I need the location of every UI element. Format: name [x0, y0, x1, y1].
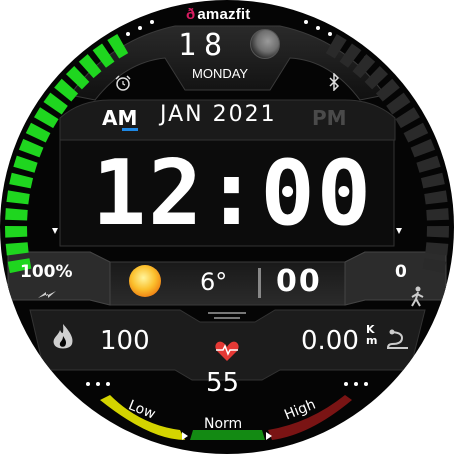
weather-temperature: 6° [200, 268, 228, 296]
am-underline [122, 128, 138, 131]
distance-value: 0.00 [301, 326, 359, 356]
flame-icon [53, 324, 73, 349]
weekday-label: MONDAY [192, 66, 249, 81]
day-number: 18 [178, 28, 231, 63]
step-bar-segment [426, 226, 449, 238]
distance-icon [386, 329, 408, 349]
moon-icon [250, 29, 280, 59]
time-display: 12:00 [92, 141, 373, 246]
step-bar-segment [386, 92, 411, 115]
step-bar-segment [403, 122, 429, 143]
step-bar-segment [426, 208, 449, 221]
step-bar-segment [339, 43, 362, 68]
brand-logo: ð amazfit [186, 6, 251, 23]
step-bar-segment [416, 155, 441, 173]
lightning-icon [38, 291, 56, 298]
step-bar-segment [420, 172, 445, 189]
step-bar-segment [410, 138, 436, 158]
walk-icon [411, 286, 424, 307]
bluetooth-icon [329, 73, 340, 91]
heart-rate-value: 55 [206, 368, 240, 398]
watch-face: ð amazfit 18 MONDAY AM JAN 2021 PM 12:00 … [0, 0, 454, 454]
heart-icon [215, 341, 239, 361]
step-bar-segment [425, 242, 449, 256]
zone-norm-label: Norm [204, 416, 243, 432]
distance-unit: K m [366, 323, 378, 347]
steps-value: 0 [395, 262, 407, 282]
alarm-icon [115, 75, 131, 91]
step-bar-segment [325, 34, 347, 59]
battery-percent: 100% [20, 262, 73, 282]
pm-indicator: PM [312, 106, 347, 130]
step-bar-segment [395, 107, 420, 129]
month-year: JAN 2021 [160, 102, 277, 127]
calories-value: 100 [100, 326, 150, 356]
step-bar-segment [422, 258, 447, 274]
sun-icon [129, 265, 161, 297]
heart-big-value: 00 [276, 264, 322, 299]
brand-name: amazfit [197, 6, 251, 23]
step-bar-segment [424, 190, 448, 205]
am-indicator: AM [102, 106, 138, 130]
